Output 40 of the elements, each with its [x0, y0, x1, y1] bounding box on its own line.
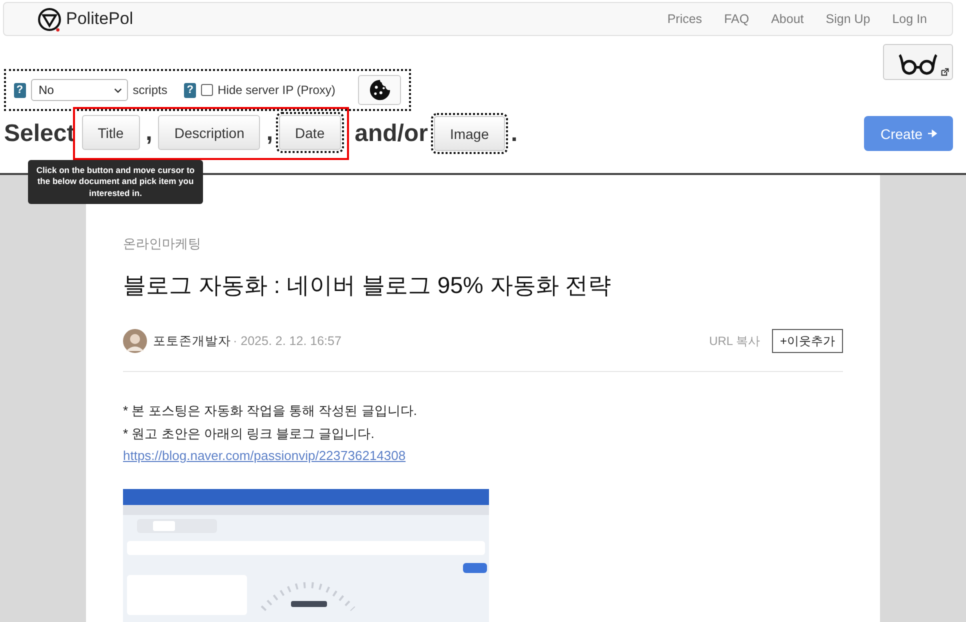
create-button[interactable]: Create: [864, 116, 953, 151]
caret-icon: [114, 88, 122, 92]
help-icon[interactable]: ?: [184, 82, 196, 98]
glasses-button[interactable]: [883, 44, 953, 80]
post-link[interactable]: https://blog.naver.com/passionvip/223736214308: [123, 448, 406, 463]
url-copy-link[interactable]: URL 복사: [709, 332, 760, 350]
brand-name[interactable]: PolitePol: [66, 9, 134, 29]
nav-link[interactable]: About: [760, 12, 815, 26]
nav-link[interactable]: Log In: [881, 12, 938, 26]
cookie-icon: [368, 79, 391, 101]
select-text: ,: [266, 118, 274, 146]
external-link-icon: [941, 68, 949, 76]
select-text: .: [510, 120, 518, 148]
scripts-select[interactable]: No: [30, 79, 128, 101]
paragraph: * 원고 초안은 아래의 링크 블로그 글입니다.: [123, 425, 376, 443]
scripts-label: scripts: [132, 83, 168, 97]
article-title: 블로그 자동화 : 네이버 블로그 95% 자동화 전략: [123, 271, 612, 300]
proxy-label: Hide server IP (Proxy): [218, 83, 336, 97]
logo-icon[interactable]: [37, 6, 62, 32]
pick-button[interactable]: Date: [279, 115, 341, 150]
pick-button[interactable]: Title: [82, 115, 140, 150]
select-text: Select: [4, 120, 75, 148]
cookie-button[interactable]: [358, 75, 401, 105]
pick-button[interactable]: Description: [158, 115, 260, 150]
category-label[interactable]: 온라인마케팅: [123, 235, 843, 253]
follow-button[interactable]: +이웃추가: [772, 329, 843, 353]
pick-button[interactable]: Image: [434, 116, 505, 151]
proxy-checkbox[interactable]: [200, 84, 213, 96]
nav-link[interactable]: Sign Up: [814, 12, 882, 26]
help-icon[interactable]: ?: [14, 82, 26, 98]
select-text: and/or: [354, 120, 428, 148]
tooltip: Click on the button and move cursor to the below document and pick item you interested in.: [28, 160, 203, 204]
select-text: ,: [146, 118, 152, 146]
post-date: · 2025. 2. 12. 16:57: [233, 334, 342, 348]
arrow-icon: [928, 129, 937, 138]
nav-link[interactable]: FAQ: [713, 12, 760, 26]
avatar[interactable]: [123, 329, 147, 353]
paragraph: * 본 포스팅은 자동화 작업을 통해 작성된 글입니다.: [123, 402, 418, 420]
nav-link[interactable]: Prices: [656, 12, 714, 26]
author-name[interactable]: 포토존개발자: [153, 332, 231, 350]
